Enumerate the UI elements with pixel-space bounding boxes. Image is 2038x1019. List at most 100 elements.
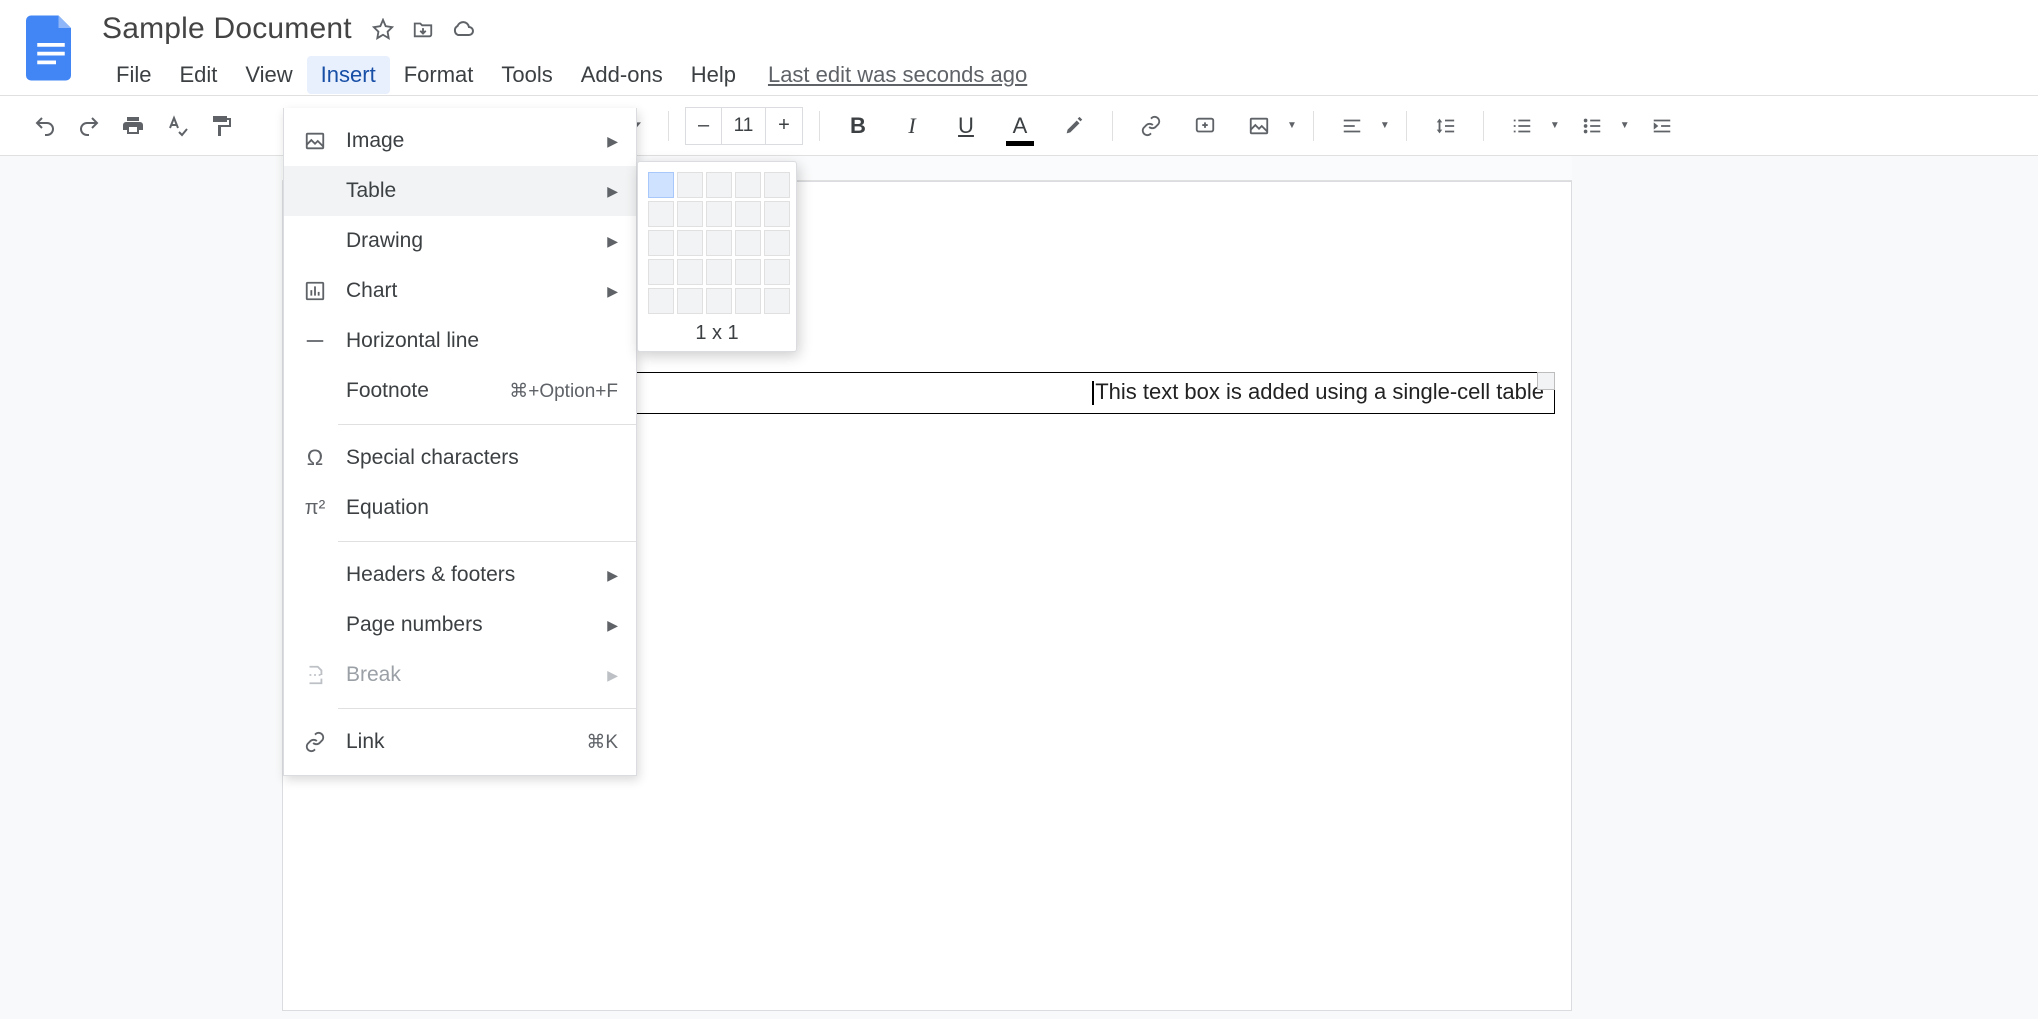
menu-item-image[interactable]: Image ▶ (284, 116, 636, 166)
menu-item-special-characters[interactable]: Ω Special characters (284, 433, 636, 483)
grid-cell[interactable] (764, 259, 790, 285)
font-size-decrease[interactable]: – (686, 108, 722, 144)
grid-cell[interactable] (648, 172, 674, 198)
docs-logo[interactable] (24, 12, 78, 84)
menu-item-drawing[interactable]: Drawing ▶ (284, 216, 636, 266)
image-button[interactable] (1241, 108, 1277, 144)
table-cell[interactable]: This text box is added using a single-ce… (625, 372, 1555, 414)
dropdown-caret-icon[interactable]: ▼ (1380, 120, 1390, 131)
grid-cell[interactable] (706, 230, 732, 256)
insert-menu-dropdown: Image ▶ Table ▶ Drawing ▶ Chart ▶ Horizo… (283, 108, 637, 776)
align-button[interactable] (1334, 108, 1370, 144)
doc-title[interactable]: Sample Document (102, 12, 352, 46)
menu-item-link[interactable]: Link ⌘K (284, 717, 636, 767)
grid-cell[interactable] (706, 172, 732, 198)
menu-addons[interactable]: Add-ons (567, 56, 677, 94)
grid-cell[interactable] (706, 259, 732, 285)
menu-help[interactable]: Help (677, 56, 750, 94)
grid-cell[interactable] (677, 172, 703, 198)
print-icon[interactable] (116, 109, 150, 143)
decrease-indent-button[interactable] (1644, 108, 1680, 144)
separator (1406, 111, 1407, 141)
grid-cell[interactable] (764, 201, 790, 227)
grid-cell[interactable] (764, 172, 790, 198)
grid-cell[interactable] (706, 288, 732, 314)
blank-icon (302, 178, 328, 204)
undo-icon[interactable] (28, 109, 62, 143)
italic-button[interactable]: I (894, 108, 930, 144)
grid-cell[interactable] (648, 288, 674, 314)
doc-header: Sample Document File Edit View Insert Fo… (0, 0, 2038, 96)
grid-cell[interactable] (677, 288, 703, 314)
menu-file[interactable]: File (102, 56, 165, 94)
menu-item-headers-footers[interactable]: Headers & footers ▶ (284, 550, 636, 600)
cell-handle-icon[interactable] (1537, 372, 1555, 390)
blank-icon (302, 378, 328, 404)
grid-cell[interactable] (735, 288, 761, 314)
page-break-icon (302, 662, 328, 688)
menu-divider (338, 708, 636, 709)
separator (1483, 111, 1484, 141)
menu-item-horizontal-line[interactable]: Horizontal line (284, 316, 636, 366)
menu-item-chart[interactable]: Chart ▶ (284, 266, 636, 316)
link-icon (302, 729, 328, 755)
redo-icon[interactable] (72, 109, 106, 143)
menu-view[interactable]: View (231, 56, 306, 94)
spellcheck-icon[interactable] (160, 109, 194, 143)
grid-cell[interactable] (764, 288, 790, 314)
menu-label: Equation (346, 496, 618, 520)
grid-cell[interactable] (735, 230, 761, 256)
grid-cell[interactable] (735, 172, 761, 198)
menu-item-break: Break ▶ (284, 650, 636, 700)
line-spacing-button[interactable] (1427, 108, 1463, 144)
submenu-arrow-icon: ▶ (607, 667, 618, 684)
text-color-button[interactable]: A (1002, 108, 1038, 144)
highlight-button[interactable] (1056, 108, 1092, 144)
underline-button[interactable]: U (948, 108, 984, 144)
dropdown-caret-icon[interactable]: ▼ (1550, 120, 1560, 131)
grid-cell[interactable] (677, 259, 703, 285)
paint-format-icon[interactable] (204, 109, 238, 143)
text-cursor (1092, 381, 1094, 405)
dropdown-caret-icon[interactable]: ▼ (1620, 120, 1630, 131)
submenu-arrow-icon: ▶ (607, 567, 618, 584)
grid-cell[interactable] (735, 259, 761, 285)
bold-button[interactable]: B (840, 108, 876, 144)
grid-cell[interactable] (648, 201, 674, 227)
move-icon[interactable] (410, 16, 436, 42)
grid-cell[interactable] (735, 201, 761, 227)
comment-button[interactable] (1187, 108, 1223, 144)
menu-item-page-numbers[interactable]: Page numbers ▶ (284, 600, 636, 650)
menu-label: Table (346, 179, 589, 203)
menu-edit[interactable]: Edit (165, 56, 231, 94)
star-icon[interactable] (370, 16, 396, 42)
menu-label: Break (346, 663, 589, 687)
grid-cell[interactable] (764, 230, 790, 256)
submenu-arrow-icon: ▶ (607, 133, 618, 150)
menu-item-table[interactable]: Table ▶ (284, 166, 636, 216)
grid-cell[interactable] (706, 201, 732, 227)
menu-label: Horizontal line (346, 329, 618, 353)
menu-item-footnote[interactable]: Footnote ⌘+Option+F (284, 366, 636, 416)
menu-label: Image (346, 129, 589, 153)
grid-cell[interactable] (677, 201, 703, 227)
cloud-icon[interactable] (450, 16, 476, 42)
menu-format[interactable]: Format (390, 56, 488, 94)
menu-item-equation[interactable]: π² Equation (284, 483, 636, 533)
bulleted-list-button[interactable] (1574, 108, 1610, 144)
grid-cell[interactable] (648, 230, 674, 256)
font-size-value[interactable]: 11 (722, 108, 766, 144)
grid-cell[interactable] (648, 259, 674, 285)
dropdown-caret-icon[interactable]: ▼ (1287, 120, 1297, 131)
grid-cell[interactable] (677, 230, 703, 256)
blank-icon (302, 612, 328, 638)
numbered-list-button[interactable] (1504, 108, 1540, 144)
table-size-label: 1 x 1 (648, 322, 786, 345)
menu-insert[interactable]: Insert (307, 56, 390, 94)
font-size-increase[interactable]: + (766, 108, 802, 144)
menu-tools[interactable]: Tools (487, 56, 566, 94)
last-edit-link[interactable]: Last edit was seconds ago (768, 62, 1027, 88)
table-size-grid[interactable] (648, 172, 786, 314)
link-button[interactable] (1133, 108, 1169, 144)
cell-text: This text box is added using a single-ce… (1095, 379, 1544, 404)
